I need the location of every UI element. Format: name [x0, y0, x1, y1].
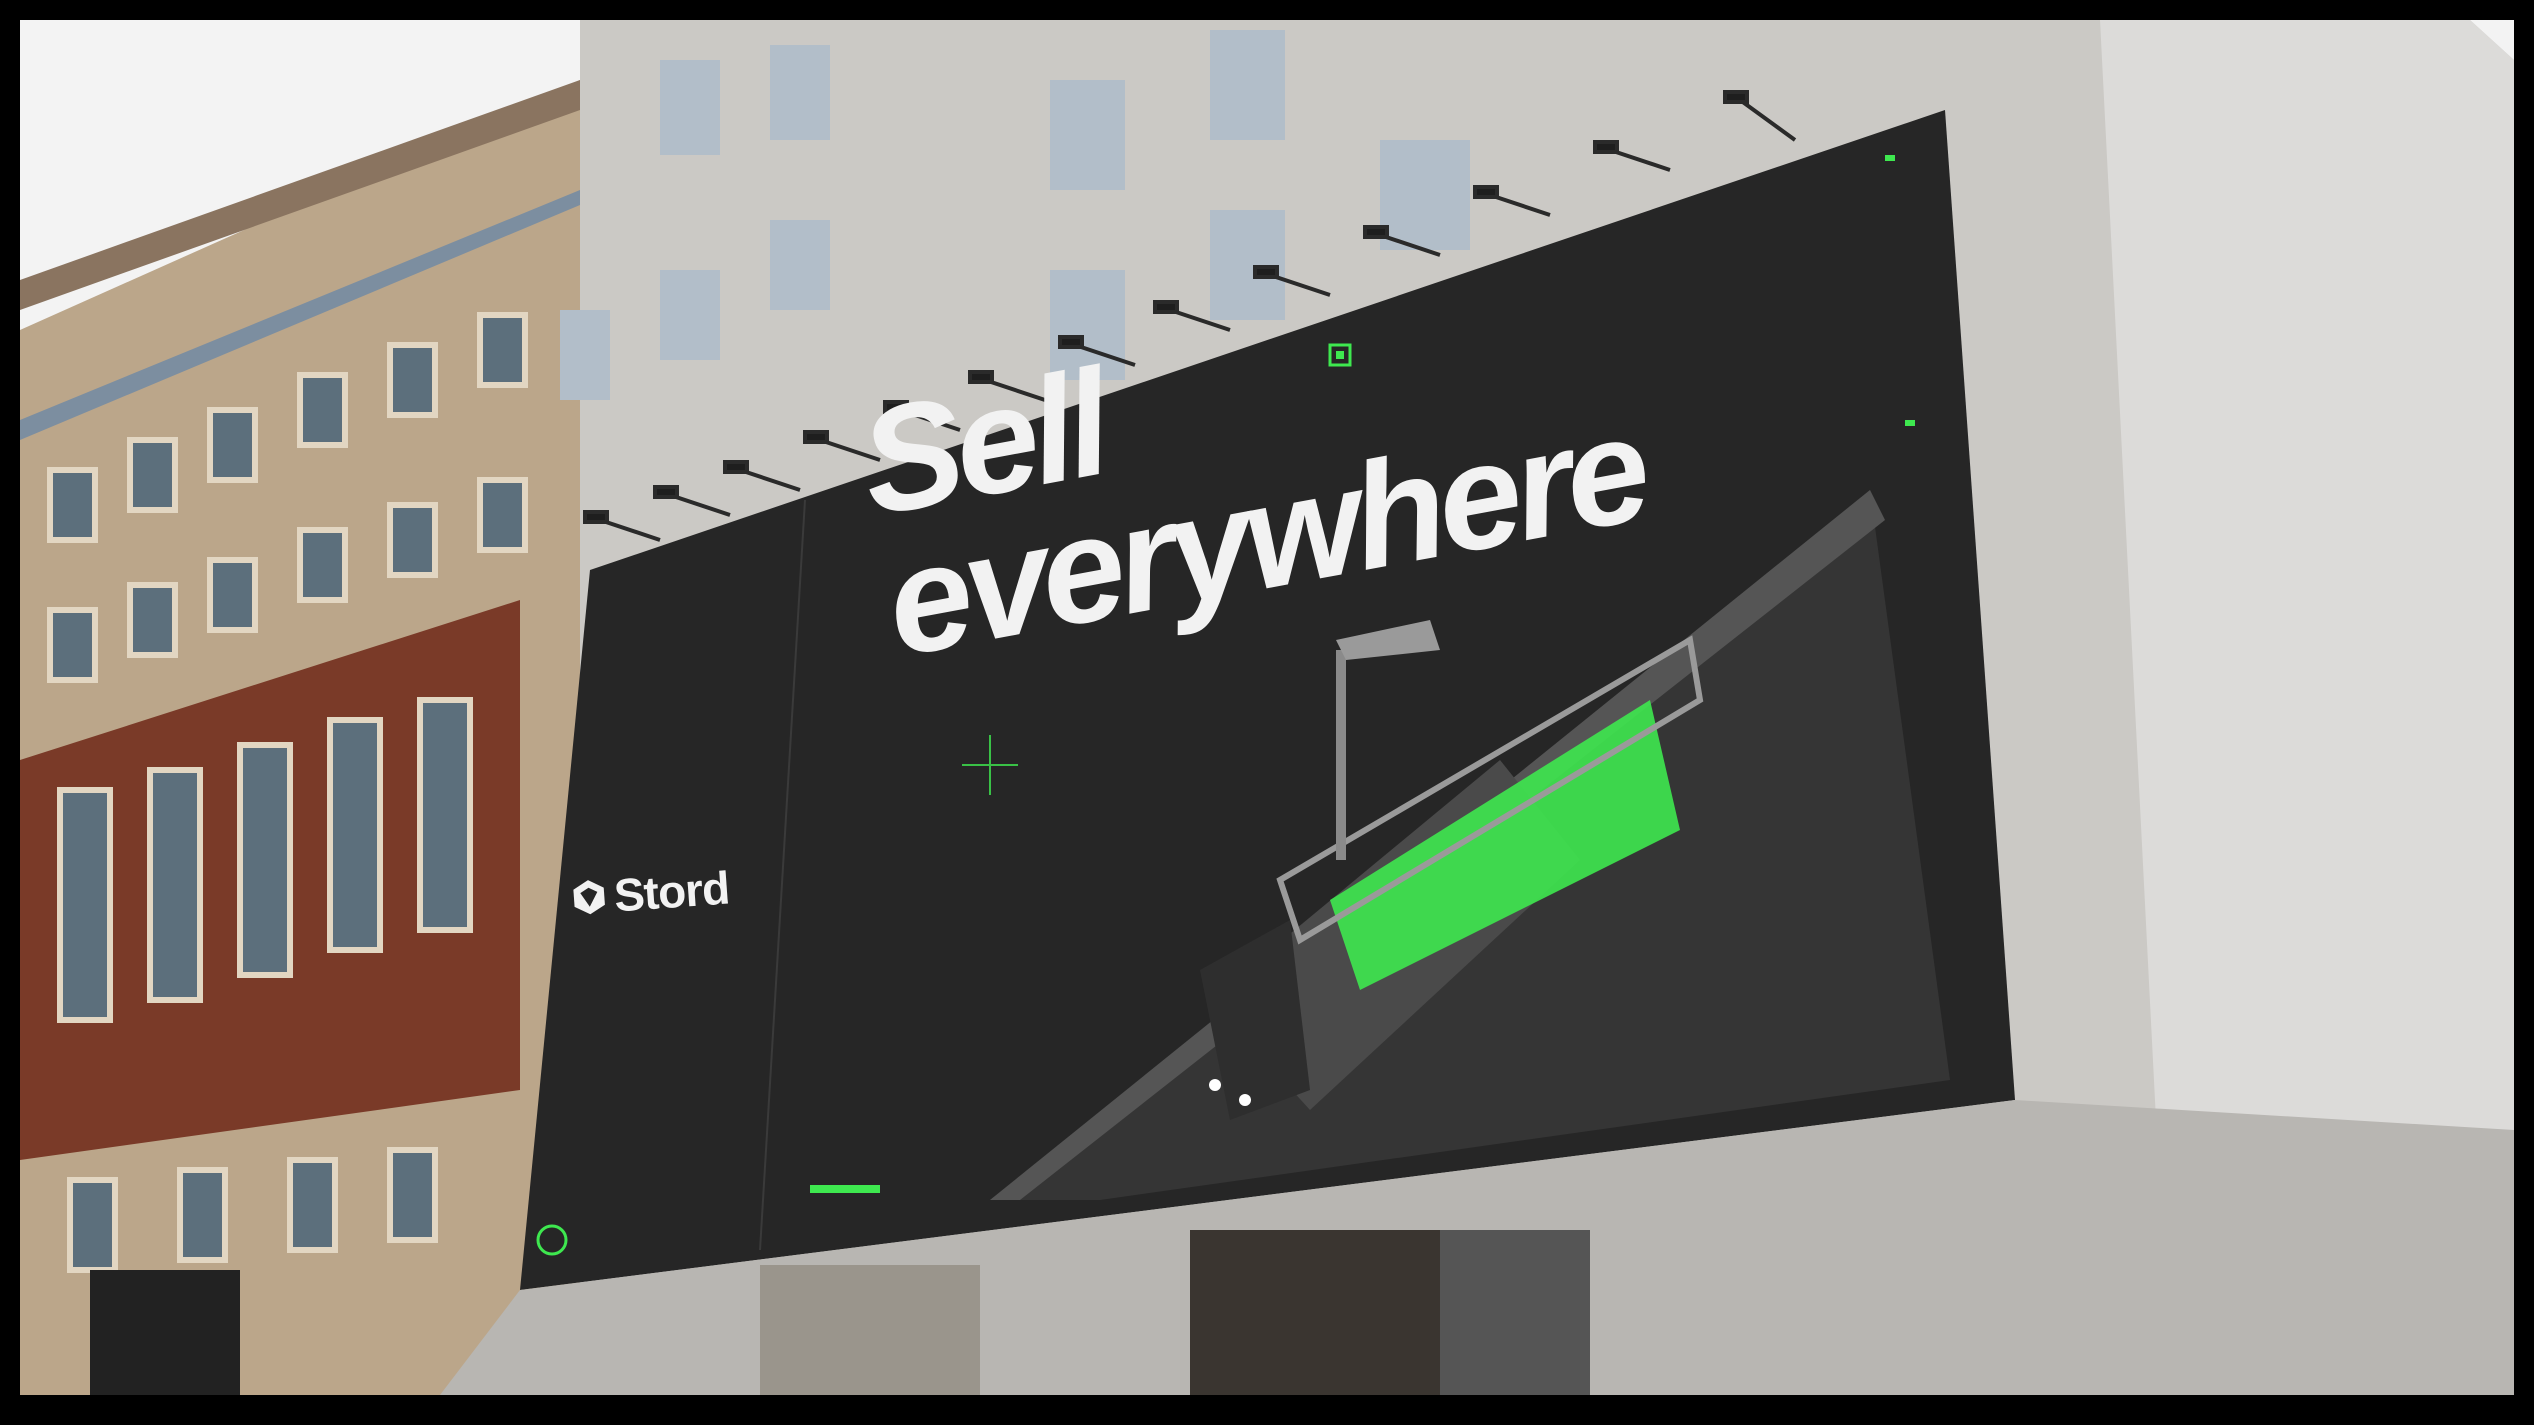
left-building — [20, 80, 580, 1395]
billboard-scene — [20, 20, 2514, 1395]
stord-logo: Stord — [568, 861, 731, 926]
stord-hexagon-logo-icon — [573, 880, 605, 915]
brand-name: Stord — [612, 861, 731, 922]
